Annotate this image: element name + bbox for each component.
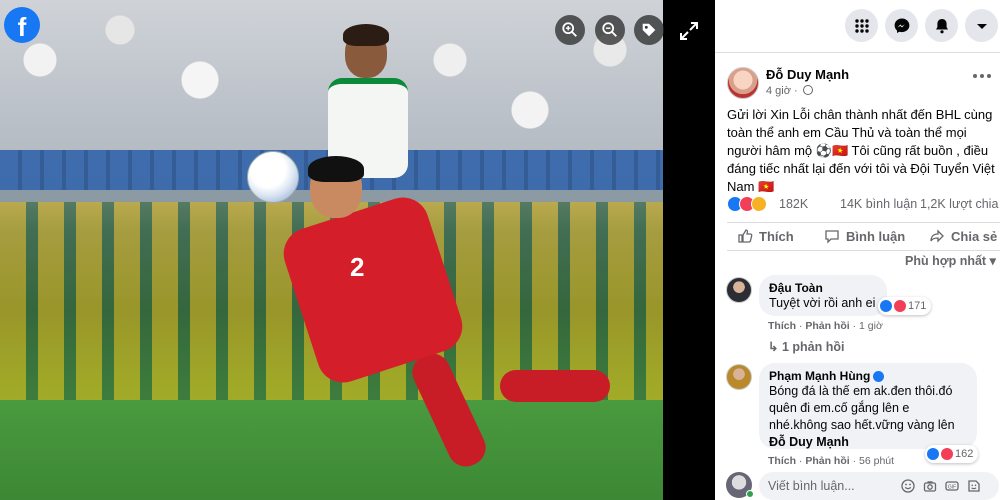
menu-button[interactable] <box>845 9 878 42</box>
zoom-in-icon <box>562 22 577 37</box>
photo-viewer: 2 f <box>0 0 715 500</box>
comment-button[interactable]: Bình luận <box>824 226 905 246</box>
player-red-hair <box>308 156 364 182</box>
zoom-in-button[interactable] <box>555 15 585 45</box>
player-white-hair <box>343 24 389 46</box>
comment-avatar[interactable] <box>726 277 752 303</box>
sticker-icon[interactable] <box>967 479 981 493</box>
share-icon <box>930 229 944 243</box>
sad-reaction-icon[interactable] <box>751 196 767 212</box>
comment-reactions[interactable]: 171 <box>878 297 932 315</box>
comment-time[interactable]: 1 giờ <box>859 320 883 332</box>
tag-photo-button[interactable] <box>634 15 664 45</box>
facebook-logo-icon[interactable]: f <box>4 7 40 43</box>
player-red-leg <box>406 347 492 473</box>
bell-icon <box>935 18 948 33</box>
comment-text: Tuyệt vời rồi anh ei <box>769 296 876 310</box>
verified-badge-icon <box>873 370 885 382</box>
comment-author[interactable]: Đậu Toàn <box>769 281 877 295</box>
globe-icon <box>802 85 813 95</box>
divider <box>715 52 1000 53</box>
love-reaction-icon <box>941 448 953 460</box>
messenger-icon <box>894 18 909 33</box>
share-label: Chia sẻ <box>951 228 998 244</box>
comment-avatar[interactable] <box>726 364 752 390</box>
like-label: Thích <box>759 228 794 244</box>
grid-menu-icon <box>854 18 869 33</box>
comment-bubble: Phạm Mạnh Hùng Bóng đá là thế em ak.đen … <box>759 363 977 449</box>
reactions-count[interactable]: 182K <box>779 197 808 211</box>
dot-icon <box>973 74 977 78</box>
comment-reaction-count: 171 <box>908 300 927 312</box>
reactions-bar: 182K 14K bình luận 1,2K lượt chia sẻ <box>727 196 1000 214</box>
author-name[interactable]: Đỗ Duy Mạnh <box>766 67 849 82</box>
like-button[interactable]: Thích <box>737 226 794 246</box>
divider <box>727 250 1000 251</box>
author-avatar[interactable] <box>727 67 759 99</box>
comment-composer: GIF <box>759 472 999 500</box>
gif-icon[interactable]: GIF <box>945 479 959 493</box>
jersey-number: 2 <box>350 252 365 282</box>
facebook-photo-viewer: 2 f Đỗ Duy Mạnh 4 giờ · Gửi lời Xin Lỗi … <box>0 0 1000 500</box>
reply-arrow-icon: ↳ <box>768 340 779 354</box>
replies-count: 1 phản hồi <box>781 340 845 354</box>
tag-icon <box>642 23 656 37</box>
comment-sort-dropdown[interactable]: Phù hợp nhất ▾ <box>905 253 996 268</box>
post-time-text[interactable]: 4 giờ · <box>766 85 798 97</box>
shares-count[interactable]: 1,2K lượt chia sẻ <box>920 197 1000 211</box>
caret-down-icon: ▾ <box>989 254 996 268</box>
sort-label: Phù hợp nhất <box>905 254 987 268</box>
like-reaction-icon <box>927 448 939 460</box>
love-reaction-icon <box>894 300 906 312</box>
camera-icon[interactable] <box>923 479 937 493</box>
emoji-icon[interactable] <box>901 479 915 493</box>
more-options-button[interactable] <box>973 68 995 84</box>
post-photo[interactable]: 2 <box>0 0 663 500</box>
messenger-button[interactable] <box>885 9 918 42</box>
online-status-icon <box>746 490 754 498</box>
dot-icon <box>987 74 991 78</box>
comment-input[interactable] <box>768 472 898 500</box>
post-panel: Đỗ Duy Mạnh 4 giờ · Gửi lời Xin Lỗi chân… <box>715 0 1000 500</box>
comments-count[interactable]: 14K bình luận <box>840 197 917 211</box>
comment-reaction-count: 162 <box>955 448 974 460</box>
comment-like-link[interactable]: Thích <box>768 320 796 332</box>
like-reaction-icon <box>880 300 892 312</box>
comment-reply-link[interactable]: Phản hồi <box>805 320 849 332</box>
post-timestamp[interactable]: 4 giờ · <box>766 85 813 97</box>
svg-text:GIF: GIF <box>948 484 956 490</box>
comment-time[interactable]: 56 phút <box>859 455 894 467</box>
view-replies-link[interactable]: ↳ 1 phản hồi <box>768 339 844 354</box>
thumbs-up-icon <box>738 229 753 243</box>
comment-meta: Thích · Phản hồi · 1 giờ <box>768 320 883 332</box>
comment-label: Bình luận <box>846 228 906 244</box>
expand-icon[interactable] <box>678 20 700 42</box>
share-button[interactable]: Chia sẻ <box>929 226 997 246</box>
chevron-down-icon <box>976 23 987 29</box>
comment-text-line: quên đi em.cố gắng lên e <box>769 401 910 415</box>
comment-author[interactable]: Phạm Mạnh Hùng <box>769 369 967 383</box>
comment-text-line: Bóng đá là thế em ak.đen thôi.đó <box>769 384 953 398</box>
comment-reply-link[interactable]: Phản hồi <box>805 455 849 467</box>
comment-author-name[interactable]: Đậu Toàn <box>769 281 823 295</box>
comment-icon <box>825 230 839 244</box>
comment-author-name[interactable]: Phạm Mạnh Hùng <box>769 369 870 383</box>
comment-bubble: Đậu Toàn Tuyệt vời rồi anh ei <box>759 275 887 316</box>
comment-text-line: nhé.không sao hết.vững vàng lên <box>769 418 955 432</box>
account-button[interactable] <box>965 9 998 42</box>
dot-icon <box>980 74 984 78</box>
player-red-leg-extended <box>500 370 610 402</box>
comment-like-link[interactable]: Thích <box>768 455 796 467</box>
zoom-out-button[interactable] <box>595 15 625 45</box>
divider <box>727 222 1000 223</box>
top-bar <box>715 0 1000 52</box>
comment-reactions[interactable]: 162 <box>925 445 979 463</box>
zoom-out-icon <box>602 22 617 37</box>
comment-meta: Thích · Phản hồi · 56 phút <box>768 455 895 467</box>
notifications-button[interactable] <box>925 9 958 42</box>
player-red-kit: 2 <box>276 156 610 490</box>
post-text: Gửi lời Xin Lỗi chân thành nhất đến BHL … <box>727 107 995 194</box>
post-actions: Thích Bình luận Chia sẻ <box>715 226 1000 248</box>
